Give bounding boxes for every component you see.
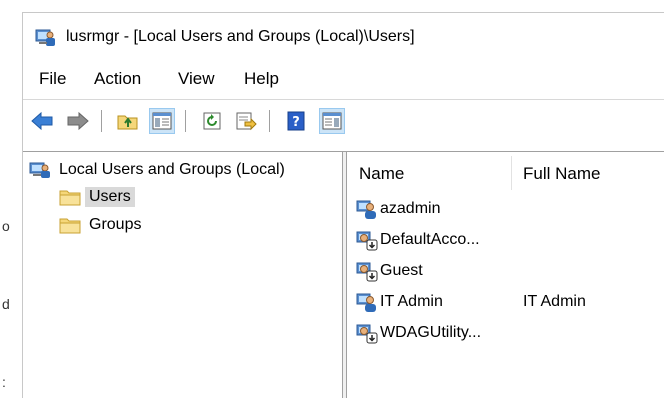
refresh-button[interactable] (199, 108, 225, 134)
tree-node-label: Groups (89, 216, 142, 233)
svg-text:?: ? (292, 115, 300, 130)
user-row[interactable]: WDAGUtility... (348, 320, 664, 346)
disabled-user-icon (356, 262, 378, 282)
user-icon (356, 293, 376, 312)
show-hide-action-pane-button[interactable] (319, 108, 345, 134)
user-row[interactable]: azadmin (348, 196, 664, 222)
disabled-user-icon (356, 324, 378, 344)
pane-splitter[interactable] (343, 152, 347, 398)
tree-node-groups[interactable]: Groups (59, 213, 145, 237)
user-name: Guest (380, 262, 423, 279)
toolbar-separator (101, 110, 102, 132)
background-window-strip: o d : (0, 0, 22, 398)
user-row[interactable]: IT Admin IT Admin (348, 289, 664, 315)
forward-arrow-icon (67, 111, 89, 131)
up-folder-icon (117, 115, 138, 130)
tree-node-root[interactable]: Local Users and Groups (Local) (29, 158, 289, 182)
folder-icon (59, 218, 81, 234)
background-text-fragment: d (2, 296, 10, 312)
user-name: azadmin (380, 200, 441, 217)
lusrmgr-window: lusrmgr - [Local Users and Groups (Local… (22, 12, 664, 398)
up-one-level-button[interactable] (115, 108, 141, 134)
console-tree-pane: Local Users and Groups (Local) Users Gro… (23, 152, 343, 398)
toolbar: ? (23, 99, 664, 151)
user-row[interactable]: Guest (348, 258, 664, 284)
user-name-cell: azadmin (356, 198, 440, 220)
users-groups-app-icon (35, 29, 55, 46)
tree-node-label: Local Users and Groups (Local) (59, 161, 285, 178)
user-row[interactable]: DefaultAcco... (348, 227, 664, 253)
background-text-fragment: : (2, 374, 6, 390)
menu-view[interactable]: View (178, 69, 215, 89)
tree-node-users[interactable]: Users (59, 185, 135, 209)
back-button[interactable] (29, 108, 55, 134)
menu-help[interactable]: Help (244, 69, 279, 89)
user-name: DefaultAcco... (380, 231, 480, 248)
window-title: lusrmgr - [Local Users and Groups (Local… (66, 28, 415, 45)
user-name-cell: WDAGUtility... (356, 322, 481, 344)
show-hide-tree-icon (152, 112, 172, 130)
user-name: WDAGUtility... (380, 324, 482, 341)
title-bar[interactable]: lusrmgr - [Local Users and Groups (Local… (23, 13, 664, 61)
forward-button[interactable] (65, 108, 91, 134)
column-header-name[interactable]: Name (359, 160, 404, 188)
user-name-cell: IT Admin (356, 291, 443, 313)
column-divider[interactable] (511, 156, 512, 190)
menu-action[interactable]: Action (94, 69, 141, 89)
folder-icon (59, 190, 81, 206)
user-name-cell: Guest (356, 260, 423, 282)
background-text-fragment: o (2, 218, 10, 234)
main-content: Local Users and Groups (Local) Users Gro… (23, 151, 664, 398)
user-name-cell: DefaultAcco... (356, 229, 480, 251)
toolbar-separator (185, 110, 186, 132)
help-icon: ? (287, 111, 305, 131)
help-button[interactable]: ? (283, 108, 309, 134)
refresh-icon (203, 112, 221, 130)
users-list-pane: Name Full Name azadmin DefaultAcco... Gu… (348, 152, 664, 398)
column-header-full-name[interactable]: Full Name (523, 160, 600, 188)
user-full-name: IT Admin (523, 293, 586, 310)
menu-file[interactable]: File (39, 69, 66, 89)
back-arrow-icon (31, 111, 53, 131)
computer-users-icon (29, 162, 50, 178)
user-name: IT Admin (380, 293, 443, 310)
tree-node-label: Users (85, 187, 135, 207)
show-hide-action-pane-icon (322, 112, 342, 130)
export-list-button[interactable] (233, 108, 259, 134)
user-icon (356, 200, 376, 219)
show-hide-console-tree-button[interactable] (149, 108, 175, 134)
disabled-user-icon (356, 231, 378, 251)
menu-bar: File Action View Help (23, 67, 664, 95)
export-list-icon (236, 112, 257, 131)
toolbar-separator (269, 110, 270, 132)
